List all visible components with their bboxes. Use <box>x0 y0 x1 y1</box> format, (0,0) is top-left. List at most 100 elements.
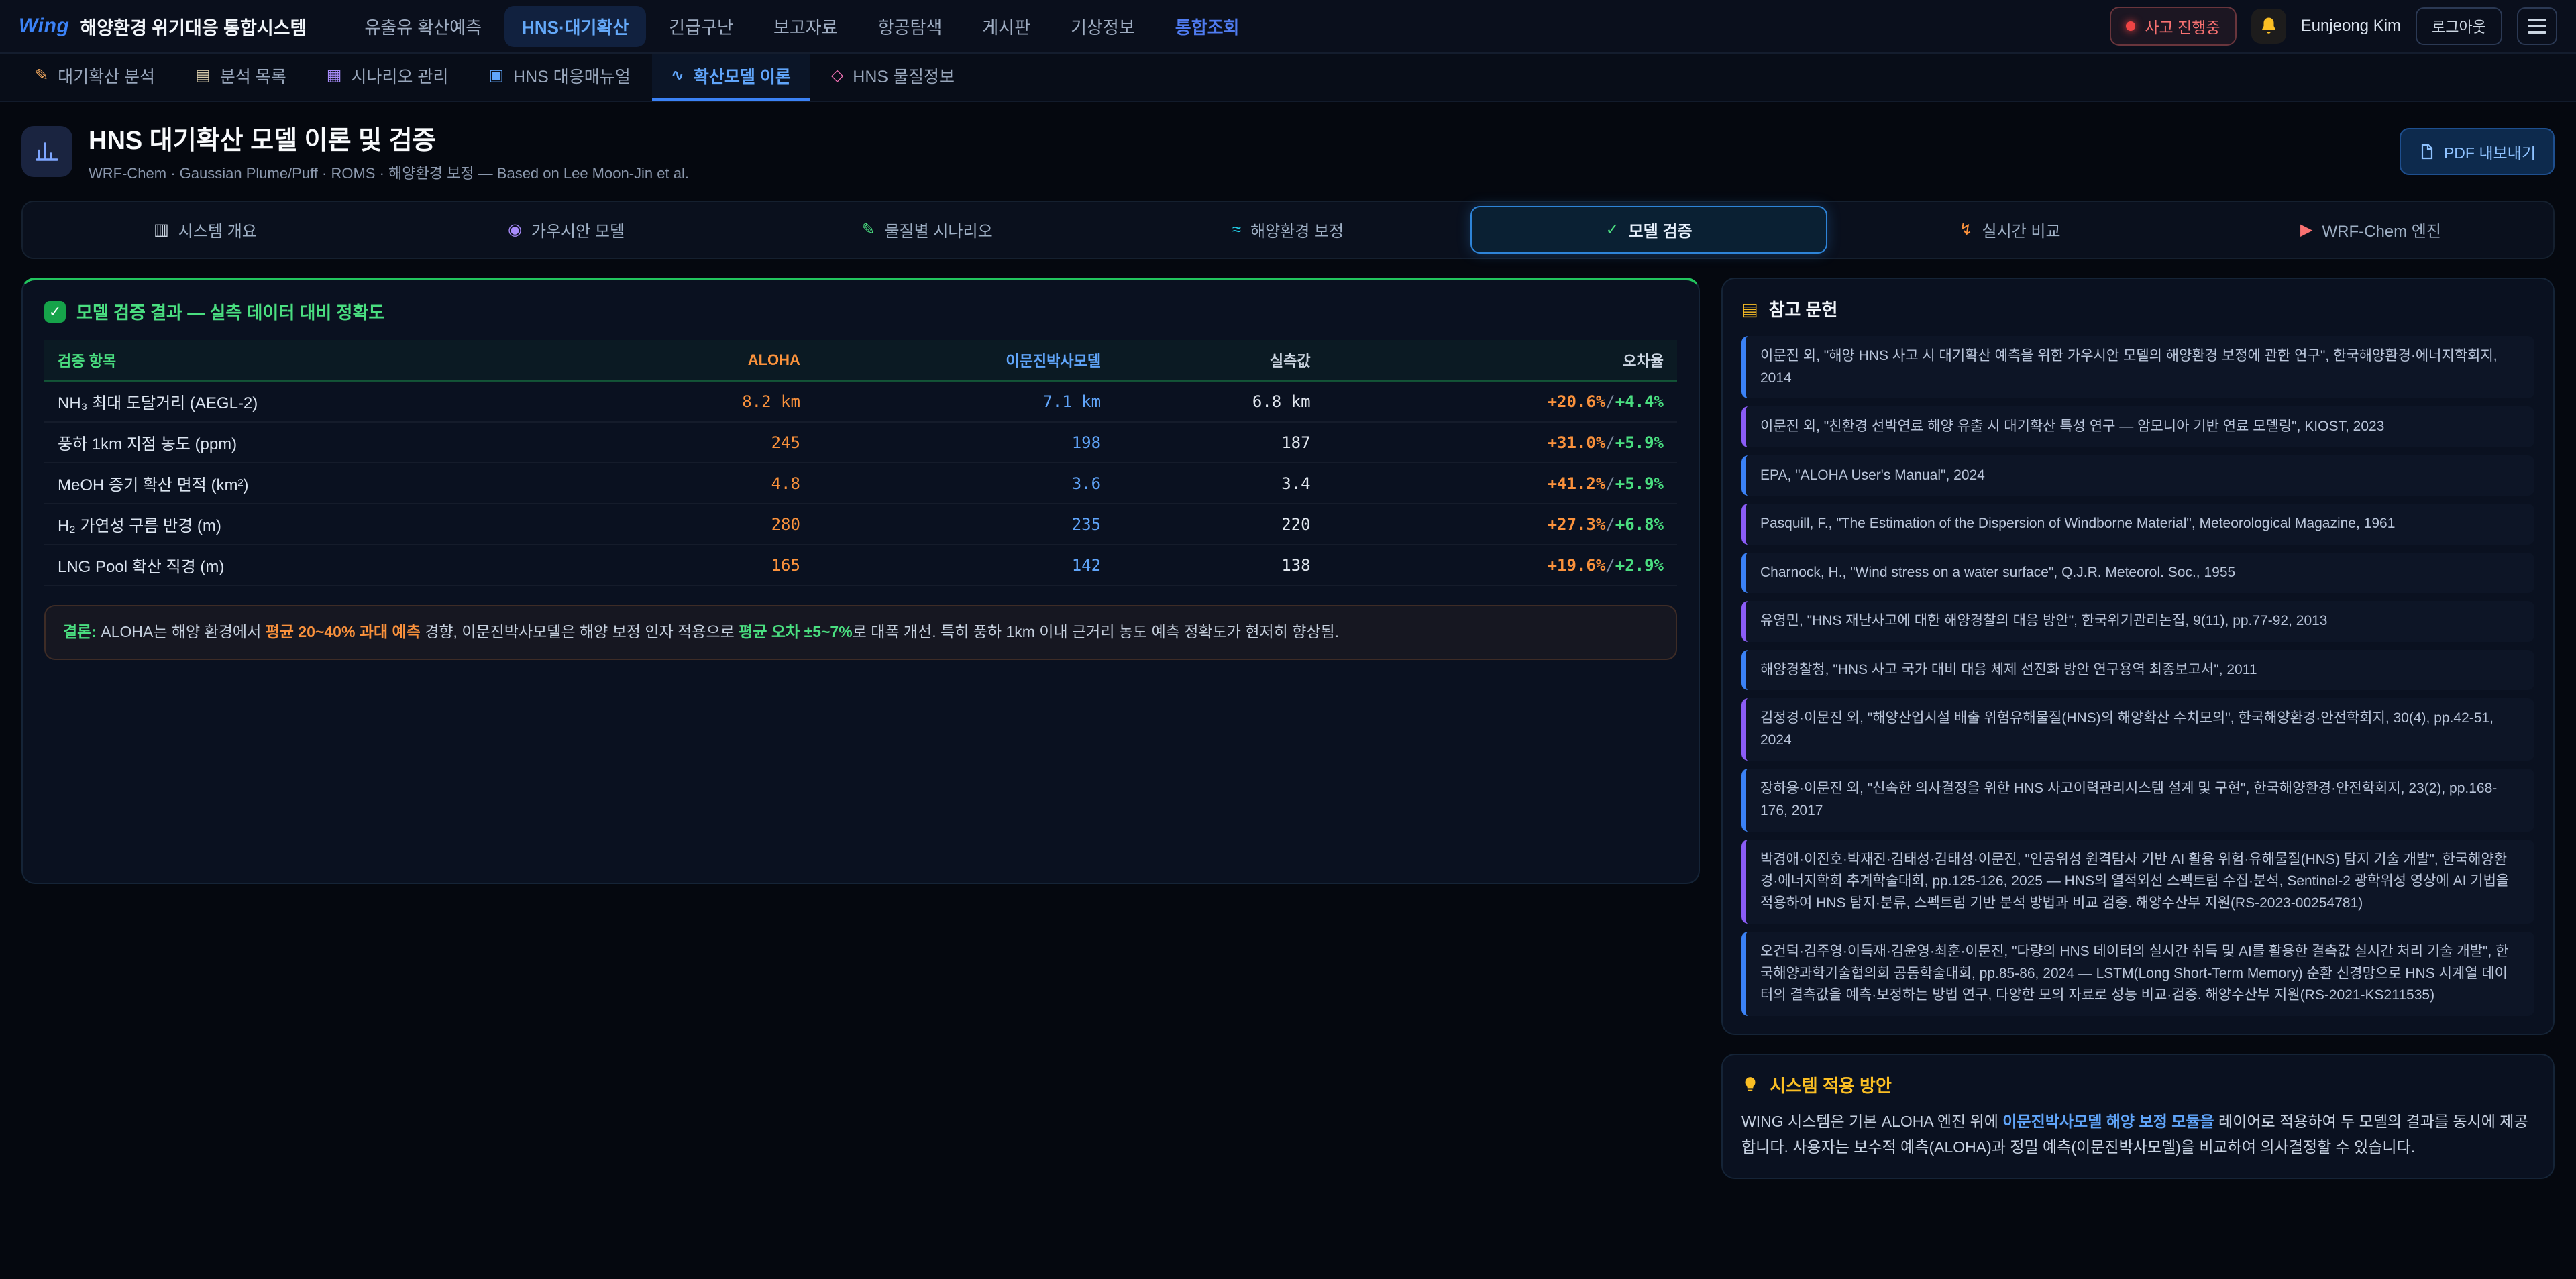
view-tab-icon: ▥ <box>154 222 169 238</box>
text-segment: 평균 20~40% 과대 예측 <box>266 623 421 641</box>
metric-name: 풍하 1km 지점 농도 (ppm) <box>44 422 604 463</box>
topbar-right: 사고 진행중 Eunjeong Kim 로그아웃 <box>2110 7 2557 46</box>
text-segment: WING 시스템은 기본 ALOHA 엔진 위에 <box>1741 1113 2002 1130</box>
aloha-error: +31.0% <box>1548 433 1606 452</box>
subnav-item[interactable]: ✎ 대기확산 분석 <box>16 54 174 101</box>
notification-bell-icon[interactable] <box>2251 9 2286 44</box>
nav-item[interactable]: 유출유 확산예측 <box>347 6 499 47</box>
view-tab-label: 모델 검증 <box>1629 218 1693 241</box>
view-tab[interactable]: ▶ WRF-Chem 엔진 <box>2192 206 2549 254</box>
measured-value: 138 <box>1114 545 1324 586</box>
measured-value: 3.4 <box>1114 463 1324 504</box>
lee-model-value: 142 <box>814 545 1114 586</box>
aloha-value: 245 <box>604 422 814 463</box>
subnav-item-icon: ▤ <box>195 68 211 84</box>
column-item: 검증 항목 <box>44 340 604 381</box>
measured-value: 187 <box>1114 422 1324 463</box>
application-text: WING 시스템은 기본 ALOHA 엔진 위에 이문진박사모델 해양 보정 모… <box>1741 1109 2534 1160</box>
lee-model-error: +2.9% <box>1615 556 1664 575</box>
table-row: MeOH 증기 확산 면적 (km²) 4.8 3.6 3.4 +41.2%/+… <box>44 463 1677 504</box>
view-tab[interactable]: ✎ 물질별 시나리오 <box>749 206 1106 254</box>
pdf-export-button[interactable]: PDF 내보내기 <box>2400 128 2555 175</box>
metric-name: LNG Pool 확산 직경 (m) <box>44 545 604 586</box>
app-topbar: Wing 해양환경 위기대응 통합시스템 유출유 확산예측HNS·대기확산긴급구… <box>0 0 2576 54</box>
table-row: 풍하 1km 지점 농도 (ppm) 245 198 187 +31.0%/+5… <box>44 422 1677 463</box>
menu-button[interactable] <box>2517 7 2557 45</box>
subnav-item-label: HNS 물질정보 <box>853 64 955 88</box>
view-tab[interactable]: ↯ 실시간 비교 <box>1831 206 2188 254</box>
nav-item[interactable]: 기상정보 <box>1053 6 1152 47</box>
text-segment: 평균 오차 ±5~7% <box>739 623 853 641</box>
aloha-error: +19.6% <box>1548 556 1606 575</box>
logout-button[interactable]: 로그아웃 <box>2416 7 2502 45</box>
measured-value: 220 <box>1114 504 1324 545</box>
error-separator: / <box>1605 556 1615 575</box>
table-row: LNG Pool 확산 직경 (m) 165 142 138 +19.6%/+2… <box>44 545 1677 586</box>
reference-item: Charnock, H., "Wind stress on a water su… <box>1741 553 2534 594</box>
aloha-error: +20.6% <box>1548 392 1606 411</box>
reference-item: 오건덕·김주영·이득재·김윤영·최훈·이문진, "다량의 HNS 데이터의 실시… <box>1741 932 2534 1016</box>
subnav-item[interactable]: ∿ 확산모델 이론 <box>652 54 810 101</box>
subnav-item-label: 대기확산 분석 <box>58 64 155 88</box>
lee-model-error: +5.9% <box>1615 474 1664 493</box>
view-tab-icon: ↯ <box>1959 222 1972 238</box>
lee-model-value: 235 <box>814 504 1114 545</box>
view-tab[interactable]: ▥ 시스템 개요 <box>27 206 384 254</box>
reference-list: 이문진 외, "해양 HNS 사고 시 대기확산 예측을 위한 가우시안 모델의… <box>1741 336 2534 1016</box>
lee-model-error: +4.4% <box>1615 392 1664 411</box>
app-title: 해양환경 위기대응 통합시스템 <box>80 13 307 40</box>
view-tab-icon: ✓ <box>1605 222 1619 238</box>
subnav-item[interactable]: ▦ 시나리오 관리 <box>308 54 468 101</box>
incident-status-label: 사고 진행중 <box>2145 15 2220 38</box>
metric-name: NH₃ 최대 도달거리 (AEGL-2) <box>44 381 604 422</box>
subnav-item[interactable]: ▣ HNS 대응매뉴얼 <box>470 54 649 101</box>
error-separator: / <box>1605 474 1615 493</box>
view-tab-label: 해양환경 보정 <box>1250 218 1344 241</box>
application-title-text: 시스템 적용 방안 <box>1770 1072 1892 1097</box>
metric-name: MeOH 증기 확산 면적 (km²) <box>44 463 604 504</box>
error-rate: +31.0%/+5.9% <box>1324 422 1677 463</box>
subnav-item[interactable]: ▤ 분석 목록 <box>176 54 305 101</box>
conclusion-note: 결론: ALOHA는 해양 환경에서 평균 20~40% 과대 예측 경향, 이… <box>44 605 1677 660</box>
page-header-text: HNS 대기확산 모델 이론 및 검증 WRF-Chem · Gaussian … <box>89 119 689 183</box>
aloha-value: 4.8 <box>604 463 814 504</box>
text-segment: 이문진박사모델 해양 보정 모듈을 <box>2002 1113 2214 1130</box>
nav-item[interactable]: 긴급구난 <box>651 6 751 47</box>
nav-item[interactable]: 항공탐색 <box>861 6 960 47</box>
subnav-item-label: 확산모델 이론 <box>694 64 791 88</box>
view-tab[interactable]: ≈ 해양환경 보정 <box>1110 206 1466 254</box>
page-subtitle: WRF-Chem · Gaussian Plume/Puff · ROMS · … <box>89 162 689 183</box>
aloha-value: 8.2 km <box>604 381 814 422</box>
lee-model-value: 198 <box>814 422 1114 463</box>
view-tab[interactable]: ◉ 가우시안 모델 <box>388 206 745 254</box>
column-aloha: ALOHA <box>604 340 814 381</box>
measured-value: 6.8 km <box>1114 381 1324 422</box>
view-tab[interactable]: ✓ 모델 검증 <box>1470 206 1827 254</box>
view-tab-icon: ◉ <box>508 222 522 238</box>
view-tab-icon: ✎ <box>861 222 875 238</box>
validation-table-header: 검증 항목 ALOHA 이문진박사모델 실측값 오차율 <box>44 340 1677 381</box>
text-segment: 경향, 이문진박사모델은 해양 보정 인자 적용으로 <box>421 623 739 641</box>
nav-item[interactable]: 게시판 <box>965 6 1048 47</box>
page-title: HNS 대기확산 모델 이론 및 검증 <box>89 119 689 156</box>
error-rate: +19.6%/+2.9% <box>1324 545 1677 586</box>
nav-item[interactable]: HNS·대기확산 <box>504 6 646 47</box>
subnav-item[interactable]: ◇ HNS 물질정보 <box>812 54 973 101</box>
view-tab-label: 실시간 비교 <box>1982 218 2061 241</box>
chart-icon <box>21 126 72 177</box>
column-error-rate: 오차율 <box>1324 340 1677 381</box>
table-row: H₂ 가연성 구름 반경 (m) 280 235 220 +27.3%/+6.8… <box>44 504 1677 545</box>
error-rate: +27.3%/+6.8% <box>1324 504 1677 545</box>
subnav-item-label: 분석 목록 <box>220 64 286 88</box>
brand[interactable]: Wing 해양환경 위기대응 통합시스템 <box>19 13 307 40</box>
reference-item: 이문진 외, "해양 HNS 사고 시 대기확산 예측을 위한 가우시안 모델의… <box>1741 336 2534 398</box>
nav-item[interactable]: 보고자료 <box>756 6 855 47</box>
validation-title-text: 모델 검증 결과 — 실측 데이터 대비 정확도 <box>76 299 384 324</box>
view-tab-label: 가우시안 모델 <box>531 218 625 241</box>
incident-status-badge[interactable]: 사고 진행중 <box>2110 7 2236 46</box>
nav-item[interactable]: 통합조회 <box>1158 6 1257 47</box>
main-content: ✓ 모델 검증 결과 — 실측 데이터 대비 정확도 검증 항목 ALOHA 이… <box>0 278 2576 1179</box>
subnav-item-icon: ∿ <box>671 68 684 84</box>
view-tab-label: 물질별 시나리오 <box>884 218 992 241</box>
right-column: ▤ 참고 문헌 이문진 외, "해양 HNS 사고 시 대기확산 예측을 위한 … <box>1721 278 2555 1179</box>
